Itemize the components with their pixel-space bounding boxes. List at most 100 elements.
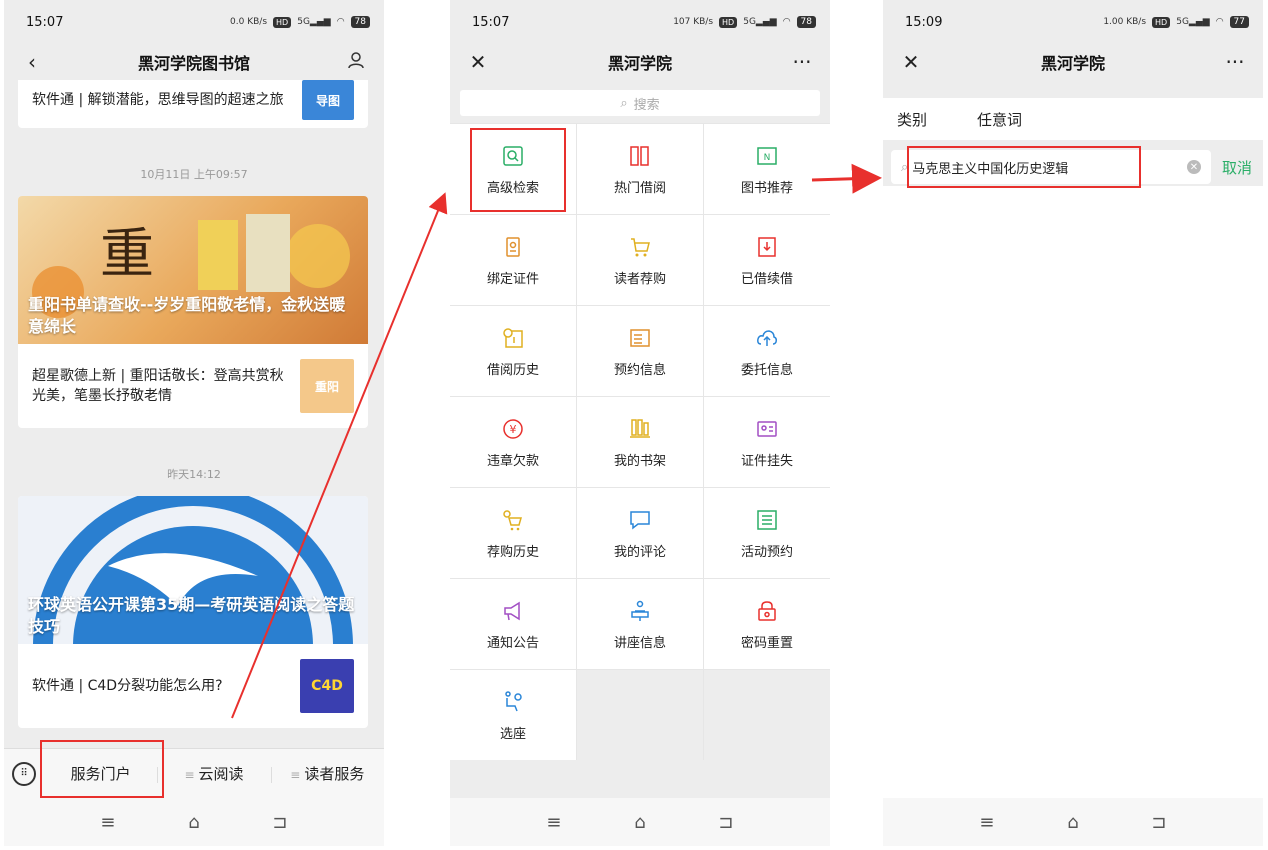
menu-item-label: 证件挂失	[740, 453, 793, 469]
more-icon[interactable]: ···	[1223, 50, 1247, 74]
book-n-icon: N	[754, 143, 780, 169]
menu-item[interactable]: 已借续借	[704, 215, 830, 305]
network-speed: 107 KB/s	[673, 17, 714, 27]
back-nav-icon[interactable]: ⊐	[272, 812, 287, 833]
user-icon[interactable]	[344, 50, 368, 75]
menu-item[interactable]: 密码重置	[704, 579, 830, 669]
menu-item-label: 我的评论	[613, 544, 666, 560]
system-nav-bar: ≡ ⌂ ⊐	[450, 798, 830, 846]
article-title: 软件通 | C4D分裂功能怎么用?	[32, 678, 223, 694]
menu-item[interactable]: 读者荐购	[577, 215, 703, 305]
nav-bar: ✕ 黑河学院 ···	[450, 44, 830, 80]
svg-text:N: N	[764, 153, 771, 163]
menu-item[interactable]: 荐购历史	[450, 488, 576, 578]
status-bar: 15:07 107 KB/s HD 5G▂▄▆ ◠ 78	[450, 0, 830, 44]
article-title: 软件通 | 解锁潜能，思维导图的超速之旅	[32, 92, 284, 108]
close-icon[interactable]: ✕	[899, 50, 923, 74]
menu-item[interactable]: 活动预约	[704, 488, 830, 578]
cart-history-icon	[500, 507, 526, 533]
search-placeholder: 搜索	[633, 97, 660, 113]
hd-icon: HD	[1152, 16, 1171, 28]
article-thumbnail: 重阳	[300, 359, 354, 413]
recent-apps-icon[interactable]: ≡	[546, 812, 561, 833]
menu-item[interactable]: 证件挂失	[704, 397, 830, 487]
keyword-type-dropdown[interactable]: 任意词	[977, 109, 1022, 130]
menu-item[interactable]: 我的书架	[577, 397, 703, 487]
service-menu-grid: 高级检索 热门借阅 N 图书推荐 绑定证件 读者荐购 已借续借 借阅历史 预约信息 委托信息 ¥ 违章…	[450, 123, 830, 760]
recent-apps-icon[interactable]: ≡	[100, 812, 115, 833]
menu-item[interactable]: 选座	[450, 670, 576, 760]
back-nav-icon[interactable]: ⊐	[1151, 812, 1166, 833]
timestamp: 昨天14:12	[167, 468, 221, 481]
megaphone-icon	[500, 598, 526, 624]
search-input[interactable]: ⌕ 搜索	[460, 90, 820, 116]
home-icon[interactable]: ⌂	[188, 812, 199, 833]
tab-cloud-reading[interactable]: ≡ 云阅读	[157, 763, 270, 784]
menu-item[interactable]: 讲座信息	[577, 579, 703, 669]
keyboard-toggle[interactable]: ⠿	[4, 761, 44, 786]
menu-item-label: 密码重置	[740, 635, 793, 651]
menu-item[interactable]: ¥ 违章欠款	[450, 397, 576, 487]
recent-apps-icon[interactable]: ≡	[979, 812, 994, 833]
status-time: 15:07	[26, 14, 64, 30]
page-title: 黑河学院图书馆	[137, 54, 250, 73]
category-dropdown[interactable]: 类别	[897, 109, 927, 130]
svg-text:重: 重	[100, 222, 154, 285]
article-feed[interactable]: 软件通 | 解锁潜能，思维导图的超速之旅 导图 10月11日 上午09:57 重…	[4, 80, 384, 748]
article-card[interactable]: 软件通 | 解锁潜能，思维导图的超速之旅 导图	[18, 80, 368, 128]
battery-icon: 78	[350, 16, 370, 28]
empty-cell	[704, 670, 830, 760]
home-icon[interactable]: ⌂	[634, 812, 645, 833]
clear-icon[interactable]: ✕	[1187, 160, 1201, 174]
hd-icon: HD	[719, 16, 738, 28]
system-nav-bar: ≡ ⌂ ⊐	[883, 798, 1263, 846]
cart-icon	[627, 234, 653, 260]
battery-icon: 78	[796, 16, 816, 28]
article-thumbnail: C4D	[300, 659, 354, 713]
id-badge-icon	[500, 234, 526, 260]
network-speed: 1.00 KB/s	[1103, 17, 1147, 27]
article-card[interactable]: 环球英语公开课第35期—考研英语阅读之答题技巧 软件通 | C4D分裂功能怎么用…	[18, 496, 368, 728]
yen-icon: ¥	[500, 416, 526, 442]
more-icon[interactable]: ···	[790, 50, 814, 74]
status-icons: 0.0 KB/s HD 5G▂▄▆ ◠ 78	[230, 16, 370, 28]
article-banner: 环球英语公开课第35期—考研英语阅读之答题技巧	[18, 496, 368, 644]
menu-item-label: 委托信息	[740, 362, 793, 378]
menu-item-label: 活动预约	[740, 544, 793, 560]
article-banner: 重 重阳书单请查收--岁岁重阳敬老情，金秋送暖意绵长	[18, 196, 368, 344]
menu-item[interactable]: 借阅历史	[450, 306, 576, 396]
cancel-button[interactable]: 取消	[1211, 157, 1263, 178]
highlight-box	[470, 128, 566, 212]
close-icon[interactable]: ✕	[466, 50, 490, 74]
hd-icon: HD	[273, 16, 292, 28]
tab-label: 云阅读	[198, 765, 244, 783]
menu-item-label: 预约信息	[613, 362, 666, 378]
home-icon[interactable]: ⌂	[1067, 812, 1078, 833]
lock-icon	[754, 598, 780, 624]
menu-item-label: 违章欠款	[486, 453, 539, 469]
comment-icon	[627, 507, 653, 533]
status-icons: 107 KB/s HD 5G▂▄▆ ◠ 78	[673, 16, 816, 28]
tab-reader-service[interactable]: ≡ 读者服务	[270, 763, 384, 784]
menu-item[interactable]: N 图书推荐	[704, 124, 830, 214]
menu-item[interactable]: 通知公告	[450, 579, 576, 669]
wifi-icon: ◠	[336, 17, 345, 27]
timestamp: 10月11日 上午09:57	[140, 168, 248, 181]
menu-icon: ≡	[184, 768, 195, 782]
history-icon	[500, 325, 526, 351]
article-card[interactable]: 重 重阳书单请查收--岁岁重阳敬老情，金秋送暖意绵长 超星歌德上新 | 重阳话敬…	[18, 196, 368, 428]
back-nav-icon[interactable]: ⊐	[718, 812, 733, 833]
article-title: 超星歌德上新 | 重阳话敬长：登高共赏秋光美，笔墨长抒敬老情	[32, 368, 284, 404]
signal-icon: 5G▂▄▆	[1176, 17, 1210, 27]
menu-item[interactable]: 预约信息	[577, 306, 703, 396]
menu-item[interactable]: 热门借阅	[577, 124, 703, 214]
menu-item[interactable]: 委托信息	[704, 306, 830, 396]
menu-item[interactable]: 我的评论	[577, 488, 703, 578]
back-icon[interactable]: ‹	[20, 50, 44, 74]
menu-item[interactable]: 绑定证件	[450, 215, 576, 305]
status-bar: 15:09 1.00 KB/s HD 5G▂▄▆ ◠ 77	[883, 0, 1263, 44]
menu-item-label: 讲座信息	[613, 635, 666, 651]
results-area	[883, 186, 1263, 798]
card-lost-icon	[754, 416, 780, 442]
keyboard-icon: ⠿	[12, 761, 36, 786]
